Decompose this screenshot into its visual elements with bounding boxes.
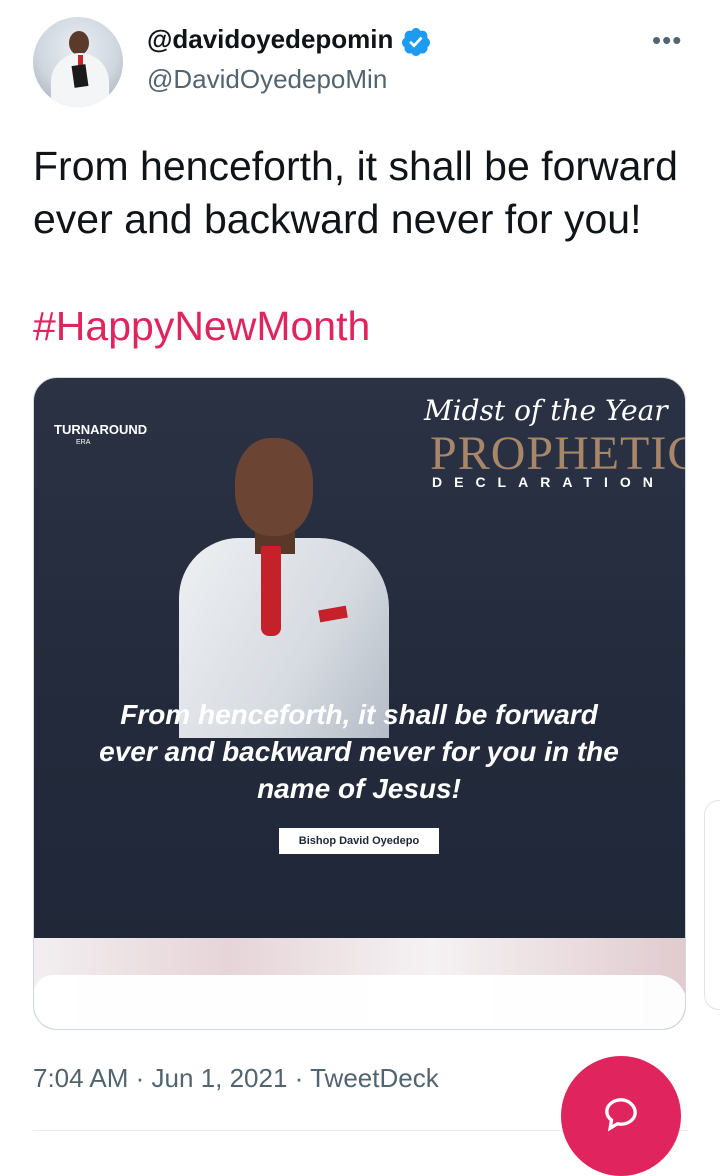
tweet-time[interactable]: 7:04 AM (33, 1063, 128, 1093)
hashtag-link[interactable]: #HappyNewMonth (33, 300, 370, 353)
avatar[interactable] (33, 17, 123, 107)
more-options-icon[interactable]: ••• (652, 27, 688, 54)
display-name[interactable]: @davidoyedepomin (147, 24, 393, 55)
signature-label: Bishop David Oyedepo (279, 828, 439, 854)
tweet-date[interactable]: Jun 1, 2021 (152, 1063, 288, 1093)
turnaround-era-logo: TURNAROUND ERA (54, 423, 147, 449)
image-quote: From henceforth, it shall be forward eve… (99, 699, 619, 804)
speaker-tie (261, 546, 281, 636)
verified-badge-icon (402, 28, 430, 56)
tweet-text: From henceforth, it shall be forward eve… (33, 143, 678, 242)
meta-separator: · (135, 1063, 145, 1093)
logo-text: TURNAROUND (54, 422, 148, 437)
compose-button[interactable] (561, 1056, 681, 1176)
redacted-area (34, 975, 685, 1029)
headline-sub: DECLARATION (432, 474, 665, 490)
tweet-meta: 7:04 AM · Jun 1, 2021 · TweetDeck (33, 1063, 439, 1094)
avatar-book (71, 64, 89, 88)
logo-subtext: ERA (76, 439, 91, 446)
avatar-head (69, 31, 89, 55)
speaker-head (235, 438, 313, 536)
reply-bubble-icon (605, 1098, 637, 1132)
headline-script: Midst of the Year (424, 394, 668, 427)
user-handle[interactable]: @DavidOyedepoMin (147, 64, 387, 95)
meta-separator: · (294, 1063, 304, 1093)
side-panel-edge (704, 800, 720, 1010)
speaker-photo (179, 428, 409, 738)
tweet-media-image[interactable]: TURNAROUND ERA Midst of the Year PROPHET… (33, 377, 686, 1030)
tweet-source[interactable]: TweetDeck (310, 1063, 439, 1093)
headline-main: PROPHETIC (430, 427, 686, 480)
